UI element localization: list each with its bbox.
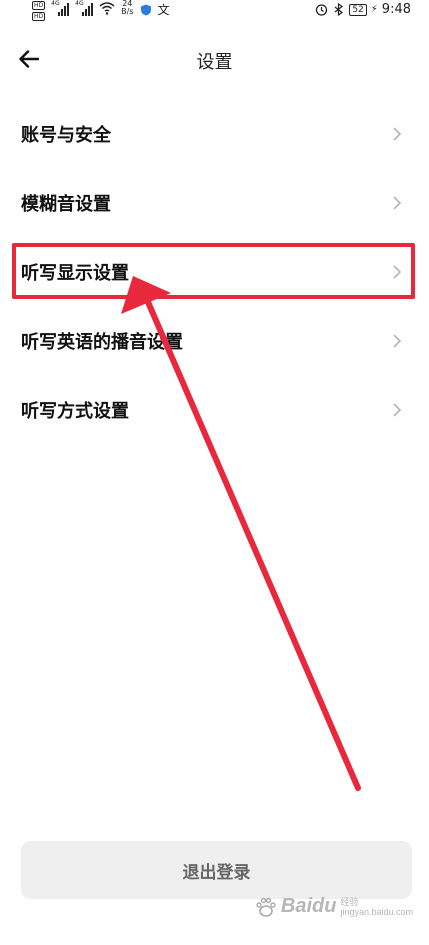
logout-button[interactable]: 退出登录 bbox=[21, 841, 412, 899]
network-speed: 24 B/s bbox=[121, 0, 133, 16]
alarm-icon bbox=[316, 4, 328, 16]
baidu-paw-icon bbox=[256, 897, 276, 917]
chevron-right-icon bbox=[393, 126, 402, 141]
settings-item-fuzzy-pinyin[interactable]: 模糊音设置 bbox=[0, 168, 429, 237]
battery-icon: 52 bbox=[349, 3, 367, 16]
status-bar: HD HD 4G 4G 24 B/s 文 52 ⚡ 9:48 bbox=[0, 0, 429, 22]
app-header: 设置 bbox=[0, 36, 429, 82]
annotation-highlight-box bbox=[12, 243, 415, 299]
page-title: 设置 bbox=[196, 52, 233, 73]
watermark-url: jingyan.baidu.com bbox=[340, 906, 413, 917]
settings-item-label: 听写英语的播音设置 bbox=[21, 331, 183, 353]
signal-icon-2: 4G bbox=[75, 0, 94, 16]
hd-badge-1: HD bbox=[32, 1, 46, 10]
chevron-right-icon bbox=[393, 402, 402, 417]
translate-icon: 文 bbox=[157, 3, 170, 17]
settings-item-label: 账号与安全 bbox=[21, 124, 111, 146]
baidu-watermark: Baidu 经验 jingyan.baidu.com bbox=[255, 895, 413, 918]
signal-icon-1: 4G bbox=[51, 0, 70, 16]
settings-item-dictation-mode[interactable]: 听写方式设置 bbox=[0, 375, 429, 444]
clock: 9:48 bbox=[381, 2, 411, 17]
settings-item-english-voice[interactable]: 听写英语的播音设置 bbox=[0, 306, 429, 375]
wifi-icon bbox=[99, 2, 115, 15]
charging-icon: ⚡ bbox=[370, 4, 378, 15]
settings-item-account-security[interactable]: 账号与安全 bbox=[0, 99, 429, 168]
watermark-sub: 经验 jingyan.baidu.com bbox=[340, 897, 413, 917]
settings-item-label: 模糊音设置 bbox=[21, 193, 111, 215]
shield-icon bbox=[140, 4, 151, 16]
bluetooth-icon bbox=[334, 3, 344, 16]
settings-item-label: 听写方式设置 bbox=[21, 400, 129, 422]
speed-unit: B/s bbox=[121, 7, 134, 16]
watermark-brand: Baidu bbox=[280, 895, 337, 917]
chevron-right-icon bbox=[393, 333, 402, 348]
hd-badge-2: HD bbox=[32, 12, 46, 21]
watermark-jingyan: 经验 bbox=[340, 896, 359, 907]
chevron-right-icon bbox=[393, 195, 402, 210]
